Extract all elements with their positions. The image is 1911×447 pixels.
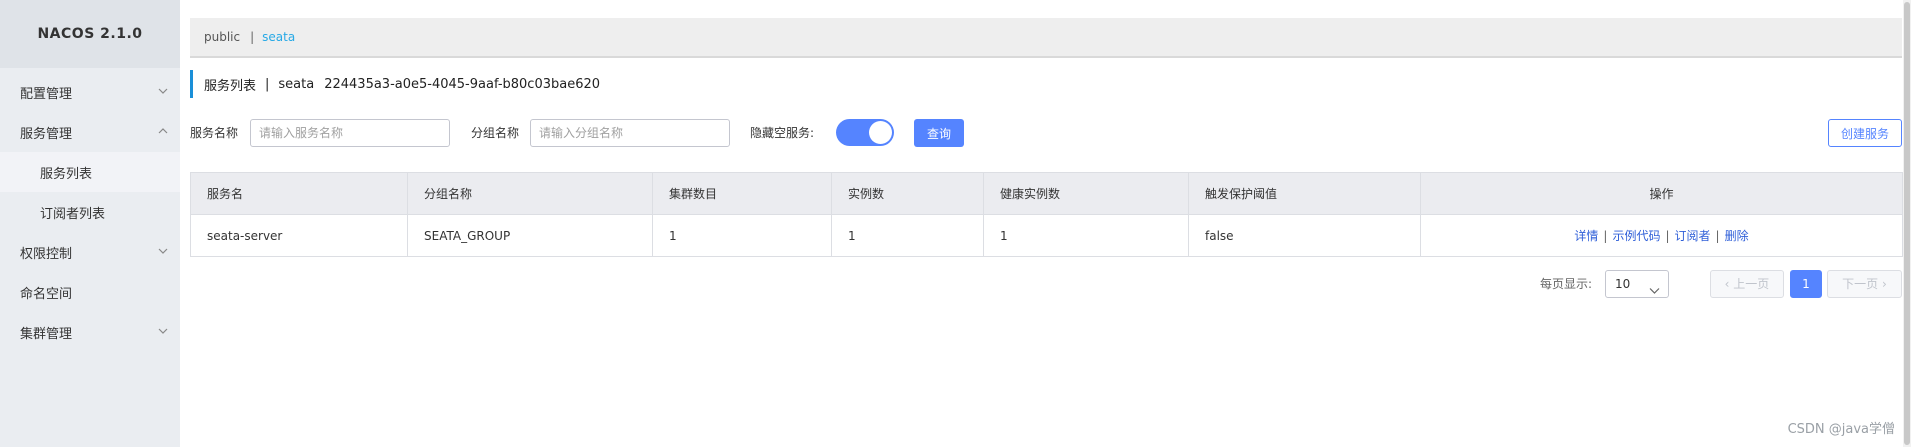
column-header: 触发保护阈值 bbox=[1188, 172, 1421, 215]
sidebar-item-config[interactable]: 配置管理 bbox=[0, 72, 180, 112]
main-content: public | seata 服务列表 | seata 224435a3-a0e… bbox=[180, 0, 1911, 447]
next-page-button[interactable]: 下一页 › bbox=[1827, 270, 1902, 298]
sidebar-item-namespace[interactable]: 命名空间 bbox=[0, 272, 180, 312]
scrollbar[interactable] bbox=[1903, 0, 1911, 447]
page-title-namespace: seata bbox=[278, 76, 315, 92]
page-number-button[interactable]: 1 bbox=[1790, 270, 1822, 298]
page-title-label: 服务列表 bbox=[204, 78, 257, 94]
scrollbar-thumb[interactable] bbox=[1904, 2, 1910, 445]
detail-link[interactable]: 详情 bbox=[1574, 229, 1598, 243]
cell-group-name: SEATA_GROUP bbox=[407, 214, 653, 257]
chevron-down-icon bbox=[158, 86, 168, 96]
page-title-namespace-id: 224435a3-a0e5-4045-9aaf-b80c03bae620 bbox=[324, 76, 601, 92]
sidebar-item-service-list[interactable]: 服务列表 bbox=[0, 152, 180, 192]
table-header-row: 服务名 分组名称 集群数目 实例数 健康实例数 触发保护阈值 操作 bbox=[190, 172, 1903, 215]
page-size-label: 每页显示: bbox=[1540, 277, 1593, 291]
action-separator: | bbox=[1665, 229, 1670, 243]
cell-protect-threshold: false bbox=[1188, 214, 1421, 257]
sidebar-item-cluster[interactable]: 集群管理 bbox=[0, 312, 180, 352]
namespace-bar: public | seata bbox=[190, 18, 1902, 58]
filter-bar: 服务名称 分组名称 隐藏空服务: 查询 创建服务 bbox=[190, 118, 1902, 148]
delete-link[interactable]: 删除 bbox=[1725, 229, 1749, 243]
namespace-public-link[interactable]: public bbox=[204, 30, 240, 44]
sidebar-nav: 配置管理 服务管理 服务列表 订阅者列表 权限控制 命名空间 集群管理 bbox=[0, 72, 180, 352]
sidebar-item-label: 权限控制 bbox=[20, 246, 73, 262]
namespace-separator: | bbox=[250, 30, 255, 44]
cell-cluster-count: 1 bbox=[652, 214, 832, 257]
sidebar-item-service-management[interactable]: 服务管理 bbox=[0, 112, 180, 152]
hide-empty-label: 隐藏空服务: bbox=[750, 126, 815, 140]
hide-empty-toggle[interactable] bbox=[836, 119, 894, 146]
chevron-left-icon: ‹ bbox=[1724, 277, 1734, 291]
service-name-label: 服务名称 bbox=[190, 126, 239, 140]
page-title: 服务列表 | seata 224435a3-a0e5-4045-9aaf-b80… bbox=[190, 70, 600, 98]
chevron-down-icon bbox=[1649, 279, 1660, 294]
cell-instance-count: 1 bbox=[831, 214, 984, 257]
column-header: 分组名称 bbox=[407, 172, 653, 215]
column-header: 集群数目 bbox=[652, 172, 832, 215]
namespace-seata-link[interactable]: seata bbox=[262, 30, 295, 44]
group-name-input[interactable] bbox=[530, 119, 730, 147]
subscribers-link[interactable]: 订阅者 bbox=[1675, 229, 1711, 243]
sidebar-item-auth[interactable]: 权限控制 bbox=[0, 232, 180, 272]
app-logo: NACOS 2.1.0 bbox=[0, 0, 180, 68]
group-name-label: 分组名称 bbox=[471, 126, 520, 140]
sidebar-item-label: 订阅者列表 bbox=[40, 206, 106, 222]
action-separator: | bbox=[1603, 229, 1608, 243]
page-size-select[interactable]: 10 bbox=[1605, 270, 1669, 298]
prev-page-label: 上一页 bbox=[1733, 277, 1770, 291]
sidebar-item-label: 配置管理 bbox=[20, 86, 73, 102]
action-separator: | bbox=[1715, 229, 1720, 243]
sidebar-item-subscriber-list[interactable]: 订阅者列表 bbox=[0, 192, 180, 232]
sample-code-link[interactable]: 示例代码 bbox=[1612, 229, 1660, 243]
toggle-knob bbox=[869, 121, 892, 144]
column-header: 服务名 bbox=[190, 172, 408, 215]
page-size-value: 10 bbox=[1615, 277, 1631, 291]
chevron-right-icon: › bbox=[1878, 277, 1887, 291]
query-button[interactable]: 查询 bbox=[914, 119, 964, 147]
chevron-down-icon bbox=[158, 246, 168, 256]
sidebar-item-label: 服务列表 bbox=[40, 166, 93, 182]
sidebar-item-label: 服务管理 bbox=[20, 126, 73, 142]
cell-service-name: seata-server bbox=[190, 214, 408, 257]
chevron-down-icon bbox=[158, 326, 168, 336]
column-header: 健康实例数 bbox=[983, 172, 1189, 215]
chevron-up-icon bbox=[158, 126, 168, 136]
page-title-separator: | bbox=[265, 76, 270, 92]
table-row: seata-server SEATA_GROUP 1 1 1 false 详情 |… bbox=[190, 214, 1903, 257]
sidebar: NACOS 2.1.0 配置管理 服务管理 服务列表 订阅者列表 权限控制 命名… bbox=[0, 0, 180, 447]
create-service-button[interactable]: 创建服务 bbox=[1828, 119, 1902, 147]
service-name-input[interactable] bbox=[250, 119, 450, 147]
next-page-label: 下一页 bbox=[1842, 277, 1879, 291]
prev-page-button[interactable]: ‹ 上一页 bbox=[1710, 270, 1784, 298]
sidebar-item-label: 命名空间 bbox=[20, 286, 73, 302]
sidebar-item-label: 集群管理 bbox=[20, 326, 73, 342]
service-table: 服务名 分组名称 集群数目 实例数 健康实例数 触发保护阈值 操作 seata-… bbox=[190, 172, 1903, 257]
cell-healthy-count: 1 bbox=[983, 214, 1189, 257]
column-header: 实例数 bbox=[831, 172, 984, 215]
watermark: CSDN @java学僧 bbox=[1787, 422, 1895, 437]
cell-actions: 详情 | 示例代码 | 订阅者 | 删除 bbox=[1420, 214, 1903, 257]
pagination: 每页显示: 10 ‹ 上一页 1 下一页 › bbox=[180, 270, 1902, 298]
column-header: 操作 bbox=[1420, 172, 1903, 215]
